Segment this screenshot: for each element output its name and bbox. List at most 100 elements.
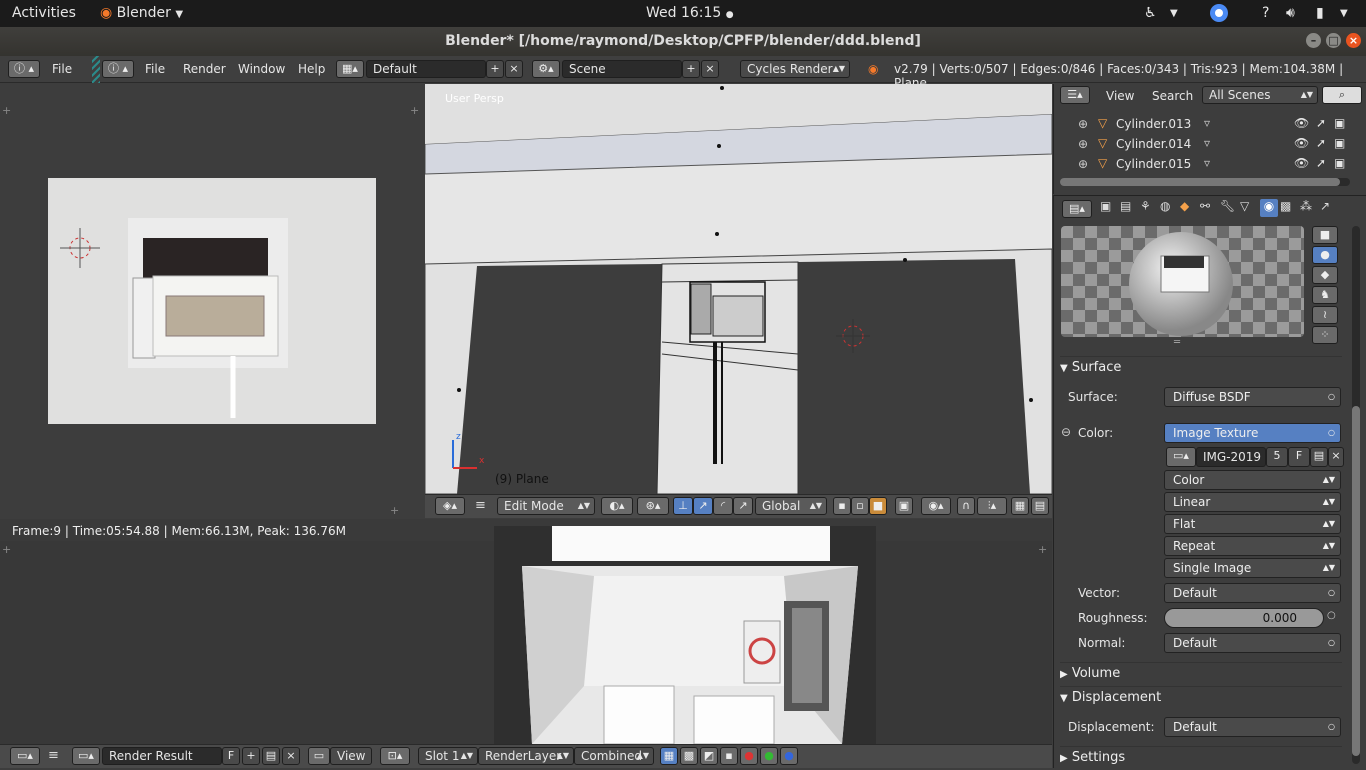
viewport-shading-icon[interactable]: ◐▴ bbox=[601, 497, 633, 515]
accessibility-icon[interactable]: ♿ bbox=[1144, 5, 1157, 21]
projection-select[interactable]: Flat ▲▼ bbox=[1164, 514, 1341, 534]
view-menu[interactable]: View bbox=[330, 747, 372, 765]
normal-input-select[interactable]: Default ○ bbox=[1164, 633, 1341, 653]
add-layout-icon[interactable]: + bbox=[486, 60, 504, 78]
image-source-select[interactable]: Single Image ▲▼ bbox=[1164, 558, 1341, 578]
limit-selection-icon[interactable]: ▣ bbox=[895, 497, 913, 515]
texture-tab-icon[interactable]: ▩ bbox=[1280, 199, 1298, 217]
world-tab-icon[interactable]: ◍ bbox=[1160, 199, 1178, 217]
dot-icon[interactable]: ○ bbox=[1327, 610, 1336, 621]
uv-image-editor[interactable]: + + + bbox=[0, 84, 424, 518]
selectable-cursor-icon[interactable]: ➚ bbox=[1316, 156, 1326, 170]
horizontal-scrollbar[interactable] bbox=[1060, 178, 1350, 186]
screen-layout-icon[interactable]: ▦▴ bbox=[336, 60, 364, 78]
red-channel-icon[interactable]: ● bbox=[740, 747, 758, 765]
surface-panel-header[interactable]: ▼ Surface bbox=[1060, 356, 1342, 378]
new-image-icon[interactable]: + bbox=[242, 747, 260, 765]
image-users-count[interactable]: 5 bbox=[1266, 447, 1288, 467]
renderable-camera-icon[interactable]: ▣ bbox=[1334, 116, 1345, 130]
editor-type-outliner-icon[interactable]: ☰▴ bbox=[1060, 86, 1090, 104]
face-select-icon[interactable]: ■ bbox=[869, 497, 887, 515]
surface-shader-select[interactable]: Diffuse BSDF ○ bbox=[1164, 387, 1341, 407]
vertex-select-icon[interactable]: ▪ bbox=[833, 497, 851, 515]
blue-channel-icon[interactable]: ● bbox=[780, 747, 798, 765]
displacement-panel-header[interactable]: ▼ Displacement bbox=[1060, 686, 1342, 708]
interpolation-select[interactable]: Linear ▲▼ bbox=[1164, 492, 1341, 512]
outliner-view-menu[interactable]: View bbox=[1106, 89, 1134, 103]
modifiers-tab-icon[interactable]: 🔧︎ bbox=[1220, 199, 1238, 217]
render-tab-icon[interactable]: ▣ bbox=[1100, 199, 1118, 217]
edge-select-icon[interactable]: ▫ bbox=[851, 497, 869, 515]
visibility-eye-icon[interactable]: 👁︎ bbox=[1294, 116, 1309, 130]
pivot-icon[interactable]: ⊡▴ bbox=[380, 747, 410, 765]
draw-zbuffer-icon[interactable]: ◩ bbox=[700, 747, 718, 765]
preview-sphere-icon[interactable]: ● bbox=[1312, 246, 1338, 264]
properties-scrollbar[interactable] bbox=[1352, 226, 1360, 764]
preview-hair-icon[interactable]: ≀ bbox=[1312, 306, 1338, 324]
scene-field[interactable]: Scene bbox=[562, 60, 682, 78]
outliner-search-icon[interactable]: ⌕ bbox=[1322, 86, 1362, 104]
translate-manipulator-icon[interactable]: ↗ bbox=[693, 497, 713, 515]
snap-element-icon[interactable]: ⫶▴ bbox=[977, 497, 1007, 515]
proportional-edit-icon[interactable]: ◉▴ bbox=[921, 497, 951, 515]
volume-panel-header[interactable]: ▶ Volume bbox=[1060, 662, 1342, 684]
expand-icon[interactable]: ⊕ bbox=[1078, 157, 1088, 171]
menu-window[interactable]: Window bbox=[238, 62, 285, 76]
area-plus-icon[interactable]: + bbox=[410, 104, 419, 117]
minimize-icon[interactable]: – bbox=[1306, 33, 1321, 48]
object-tab-icon[interactable]: ◆ bbox=[1180, 199, 1198, 217]
unlink-image-icon[interactable]: × bbox=[282, 747, 300, 765]
hamburger-menu-icon[interactable]: ≡ bbox=[475, 498, 486, 513]
chevron-down-icon[interactable]: ▼ bbox=[1170, 8, 1178, 19]
outliner-row[interactable]: ⊕ ▽ Cylinder.014 ▿ 👁︎ ➚ ▣ bbox=[1054, 134, 1354, 154]
delete-layout-icon[interactable]: × bbox=[505, 60, 523, 78]
data-tab-icon[interactable]: ▽ bbox=[1240, 199, 1258, 217]
volume-icon[interactable]: 🔊︎ bbox=[1286, 5, 1295, 21]
render-layer-select[interactable]: RenderLayer ▲▼ bbox=[478, 747, 574, 765]
particles-tab-icon[interactable]: ⁂ bbox=[1300, 199, 1318, 217]
hamburger-menu-icon[interactable]: ≡ bbox=[48, 748, 59, 763]
area-plus-icon[interactable]: + bbox=[2, 543, 11, 556]
render-engine-select[interactable]: Cycles Render ▲▼ bbox=[740, 60, 850, 78]
image-browse-icon[interactable]: ▭▴ bbox=[1166, 447, 1196, 467]
green-channel-icon[interactable]: ● bbox=[760, 747, 778, 765]
image-name-field[interactable]: Render Result bbox=[102, 747, 222, 765]
image-fake-user-button[interactable]: F bbox=[1288, 447, 1310, 467]
close-icon[interactable]: × bbox=[1346, 33, 1361, 48]
battery-icon[interactable]: ▮ bbox=[1316, 5, 1324, 21]
displacement-input-select[interactable]: Default ○ bbox=[1164, 717, 1341, 737]
vector-input-select[interactable]: Default ○ bbox=[1164, 583, 1341, 603]
open-image-icon[interactable]: ▤ bbox=[1310, 447, 1328, 467]
fake-user-button[interactable]: F bbox=[222, 747, 240, 765]
scene-icon[interactable]: ⚙▴ bbox=[532, 60, 560, 78]
area-plus-icon[interactable]: + bbox=[390, 504, 399, 517]
chevron-down-icon[interactable]: ▼ bbox=[1340, 8, 1348, 19]
selectable-cursor-icon[interactable]: ➚ bbox=[1316, 116, 1326, 130]
scene-tab-icon[interactable]: ⚘ bbox=[1140, 199, 1158, 217]
outliner[interactable]: ☰▴ View Search All Scenes ▲▼ ⌕ ⊕ ▽ Cylin… bbox=[1053, 84, 1366, 194]
menu-file[interactable]: File bbox=[145, 62, 165, 76]
physics-tab-icon[interactable]: ↗ bbox=[1320, 199, 1338, 217]
unlink-image-icon[interactable]: × bbox=[1328, 447, 1344, 467]
help-icon[interactable]: ? bbox=[1262, 5, 1269, 21]
renderable-camera-icon[interactable]: ▣ bbox=[1334, 136, 1345, 150]
draw-color-icon[interactable]: ▦ bbox=[660, 747, 678, 765]
editor-type-image-icon[interactable]: ▭▴ bbox=[10, 747, 40, 765]
scale-manipulator-icon[interactable]: ↗ bbox=[733, 497, 753, 515]
extension-select[interactable]: Repeat ▲▼ bbox=[1164, 536, 1341, 556]
chrome-icon[interactable] bbox=[1209, 3, 1229, 27]
outliner-search-menu[interactable]: Search bbox=[1152, 89, 1193, 103]
preview-spheres-icon[interactable]: ⁘ bbox=[1312, 326, 1338, 344]
draw-channels-icon[interactable]: ▪ bbox=[720, 747, 738, 765]
draw-alpha-icon[interactable]: ▩ bbox=[680, 747, 698, 765]
menu-render[interactable]: Render bbox=[183, 62, 226, 76]
app-menu[interactable]: ◉ Blender ▼ bbox=[100, 5, 183, 21]
add-scene-icon[interactable]: + bbox=[682, 60, 700, 78]
open-image-icon[interactable]: ▤ bbox=[262, 747, 280, 765]
transform-orientation-select[interactable]: Global ▲▼ bbox=[755, 497, 827, 515]
image-editor-render[interactable]: Frame:9 | Time:05:54.88 | Mem:66.13M, Pe… bbox=[0, 519, 1052, 745]
image-browse-icon[interactable]: ▭▴ bbox=[72, 747, 100, 765]
activities-button[interactable]: Activities bbox=[12, 5, 76, 21]
pivot-point-icon[interactable]: ⊛▴ bbox=[637, 497, 669, 515]
render-layers-tab-icon[interactable]: ▤ bbox=[1120, 199, 1138, 217]
